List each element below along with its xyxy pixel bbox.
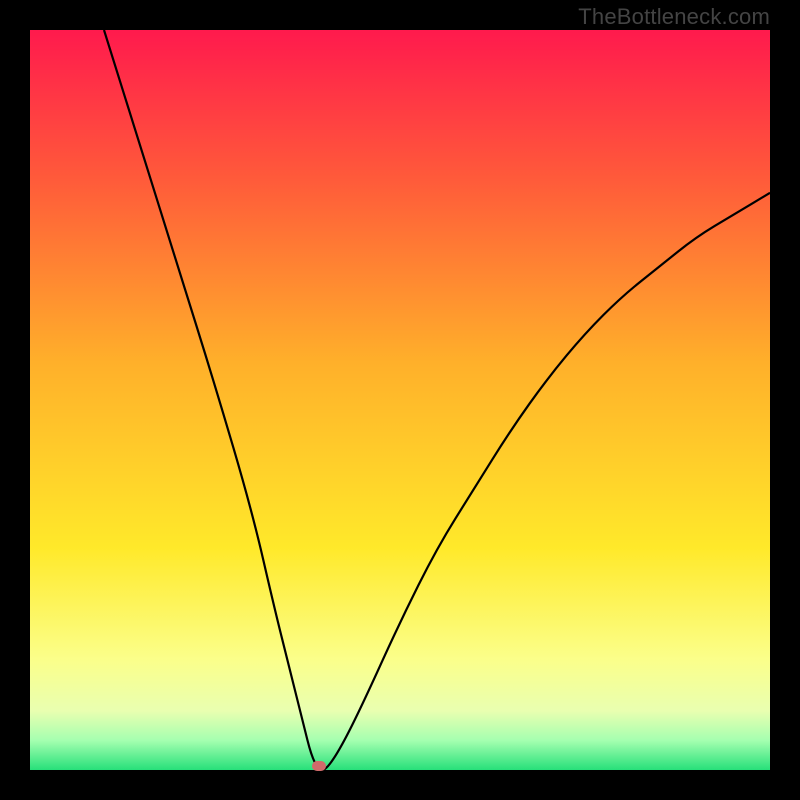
plot-area: [30, 30, 770, 770]
chart-frame: TheBottleneck.com: [0, 0, 800, 800]
bottleneck-curve: [30, 30, 770, 770]
watermark-text: TheBottleneck.com: [578, 4, 770, 30]
optimal-point-marker: [312, 761, 326, 771]
